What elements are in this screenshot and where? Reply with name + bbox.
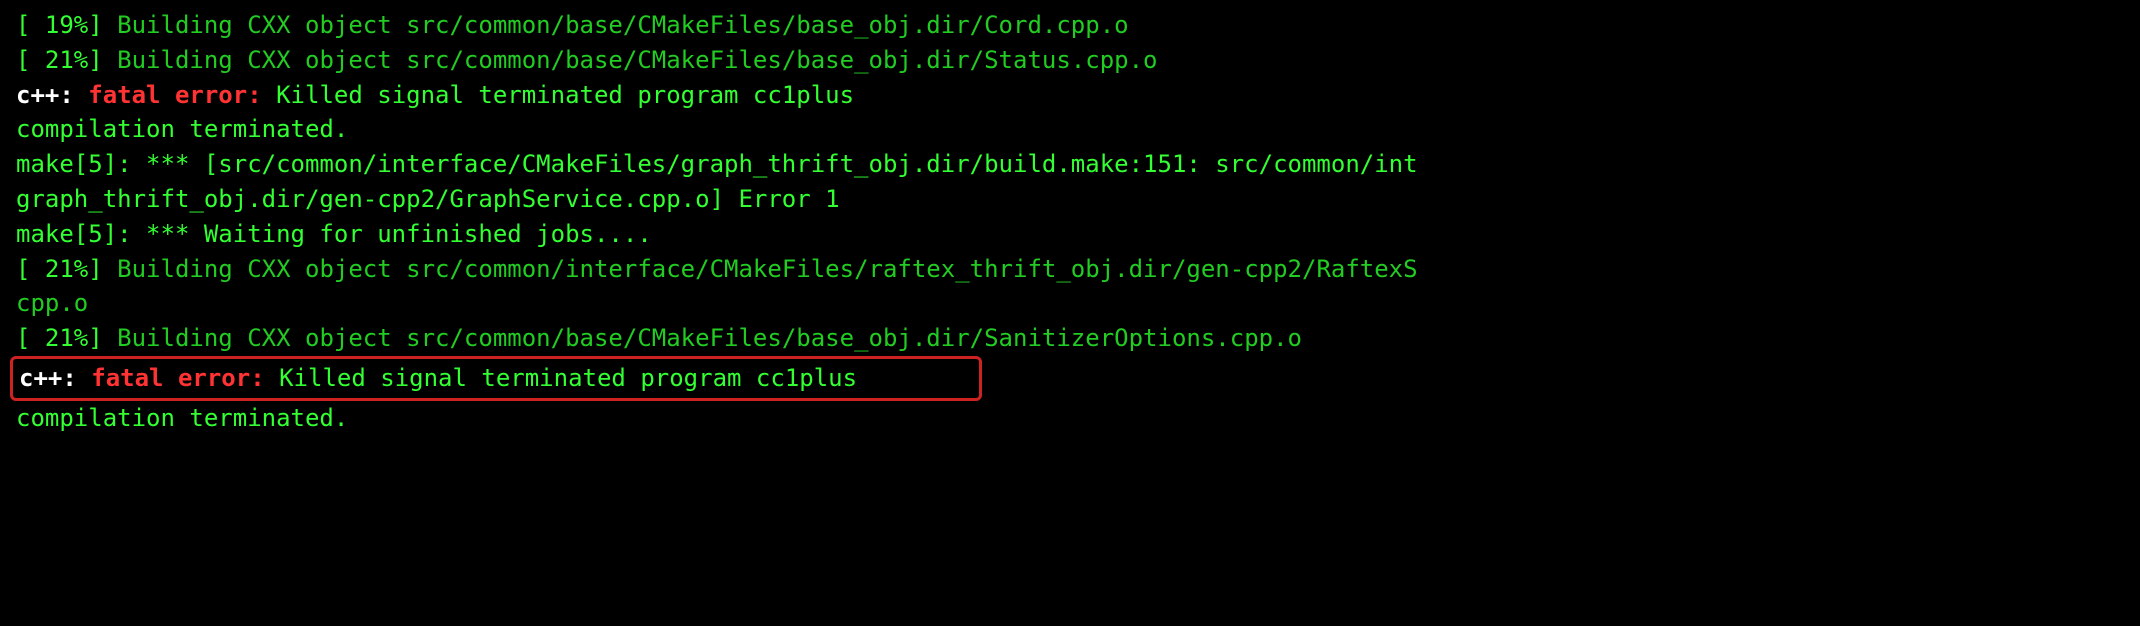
- percent-bracket: [ 21%]: [16, 46, 103, 74]
- build-line-21-raftex: [ 21%] Building CXX object src/common/in…: [16, 252, 2124, 287]
- cpp-label: c++:: [16, 81, 88, 109]
- compilation-terminated-1: compilation terminated.: [16, 112, 2124, 147]
- compilation-terminated-2: compilation terminated.: [16, 401, 2124, 436]
- highlight-box: c++: fatal error: Killed signal terminat…: [10, 356, 982, 401]
- build-line-21-sanitizer: [ 21%] Building CXX object src/common/ba…: [16, 321, 2124, 356]
- build-message: Building CXX object src/common/base/CMak…: [103, 11, 1129, 39]
- percent-bracket: [ 21%]: [16, 255, 103, 283]
- percent-bracket: [ 21%]: [16, 324, 103, 352]
- make-waiting-line: make[5]: *** Waiting for unfinished jobs…: [16, 217, 2124, 252]
- build-continuation: cpp.o: [16, 286, 2124, 321]
- make-error-line-2: graph_thrift_obj.dir/gen-cpp2/GraphServi…: [16, 182, 2124, 217]
- build-message: Building CXX object src/common/base/CMak…: [103, 46, 1158, 74]
- error-message: Killed signal terminated program cc1plus: [276, 81, 854, 109]
- percent-bracket: [ 19%]: [16, 11, 103, 39]
- error-line-1: c++: fatal error: Killed signal terminat…: [16, 78, 2124, 113]
- fatal-error-label: fatal error:: [91, 364, 279, 392]
- fatal-error-label: fatal error:: [88, 81, 276, 109]
- cpp-label: c++:: [19, 364, 91, 392]
- build-line-21-status: [ 21%] Building CXX object src/common/ba…: [16, 43, 2124, 78]
- make-error-line-1: make[5]: *** [src/common/interface/CMake…: [16, 147, 2124, 182]
- build-message: Building CXX object src/common/interface…: [103, 255, 1418, 283]
- error-message: Killed signal terminated program cc1plus: [279, 364, 857, 392]
- build-line-19: [ 19%] Building CXX object src/common/ba…: [16, 8, 2124, 43]
- highlighted-error-line: c++: fatal error: Killed signal terminat…: [16, 356, 2124, 401]
- build-message: Building CXX object src/common/base/CMak…: [103, 324, 1302, 352]
